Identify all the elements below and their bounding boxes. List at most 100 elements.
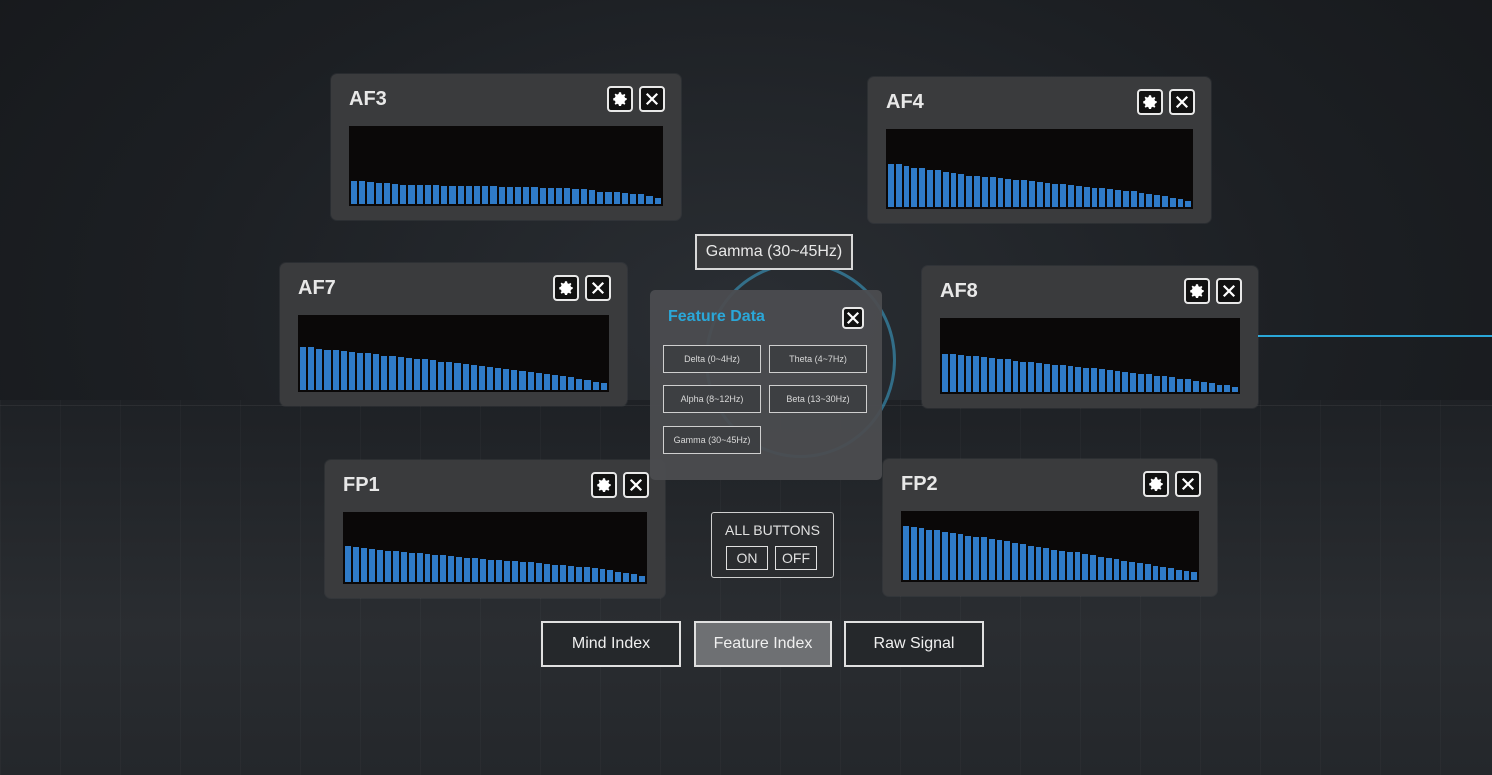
channel-title: AF8	[940, 280, 978, 302]
spectrum-bar	[1169, 197, 1176, 207]
close-button[interactable]	[639, 86, 665, 112]
spectrum-bar	[903, 166, 910, 207]
spectrum-bar	[567, 565, 574, 582]
spectrum-bar	[424, 554, 431, 582]
spectrum-bar	[623, 572, 630, 582]
spectrum-bar	[1130, 372, 1137, 392]
spectrum-bar	[1027, 545, 1034, 580]
band-button-gamma[interactable]: Gamma (30~45Hz)	[663, 426, 761, 454]
band-button-beta[interactable]: Beta (13~30Hz)	[769, 385, 867, 413]
spectrum-bar	[1067, 366, 1074, 392]
spectrum-bar	[973, 356, 980, 392]
settings-button[interactable]	[1184, 278, 1210, 304]
nav-raw-signal[interactable]: Raw Signal	[844, 621, 984, 667]
spectrum-bar	[903, 526, 909, 580]
spectrum-bar	[360, 548, 367, 582]
close-icon	[1222, 284, 1236, 298]
spectrum-bar	[910, 526, 917, 580]
spectrum-bar	[584, 380, 591, 390]
channel-title: AF3	[349, 88, 387, 110]
spectrum-bar	[472, 558, 479, 582]
all-buttons-on[interactable]: ON	[726, 546, 768, 570]
spectrum-screen	[298, 315, 609, 392]
spectrum-bar	[605, 192, 612, 204]
spectrum-bar	[560, 375, 567, 390]
spectrum-bar	[1146, 193, 1153, 207]
spectrum-bar	[564, 188, 571, 204]
close-button[interactable]	[585, 275, 611, 301]
close-icon	[846, 311, 860, 325]
spectrum-bar	[480, 558, 487, 582]
settings-button[interactable]	[1143, 471, 1169, 497]
spectrum-bar	[441, 186, 448, 204]
spectrum-bar	[1161, 376, 1168, 392]
spectrum-bar	[449, 186, 456, 204]
spectrum-bar	[1121, 560, 1128, 580]
spectrum-bar	[1097, 556, 1104, 580]
band-button-theta[interactable]: Theta (4~7Hz)	[769, 345, 867, 373]
spectrum-bar	[1193, 380, 1199, 392]
spectrum-bar	[934, 530, 940, 580]
spectrum-bar	[1043, 363, 1050, 392]
spectrum-bar	[965, 355, 972, 392]
band-button-delta[interactable]: Delta (0~4Hz)	[663, 345, 761, 373]
settings-button[interactable]	[607, 86, 633, 112]
gear-icon	[1190, 284, 1204, 299]
spectrum-bar	[316, 348, 323, 390]
spectrum-bar	[934, 170, 941, 207]
spectrum-bar	[1129, 562, 1135, 580]
spectrum-bar	[300, 346, 307, 390]
spectrum-bar	[1177, 378, 1184, 392]
settings-button[interactable]	[553, 275, 579, 301]
spectrum-bar	[911, 168, 918, 207]
spectrum-bar	[1177, 199, 1184, 207]
spectrum-bar	[535, 563, 542, 582]
spectrum-bar	[551, 564, 558, 582]
close-icon	[1181, 477, 1195, 491]
settings-button[interactable]	[1137, 89, 1163, 115]
spectrum-bar	[1122, 372, 1129, 392]
spectrum-bar	[1138, 192, 1145, 207]
spectrum-bar	[974, 175, 980, 207]
spectrum-bar	[365, 353, 372, 390]
channel-panel-fp1: FP1	[325, 460, 665, 598]
feature-panel-close-button[interactable]	[842, 307, 864, 329]
spectrum-bar	[348, 351, 355, 390]
close-button[interactable]	[1216, 278, 1242, 304]
close-button[interactable]	[1175, 471, 1201, 497]
spectrum-bar	[440, 555, 447, 582]
spectrum-bar	[1107, 189, 1114, 207]
spectrum-bar	[1113, 559, 1120, 580]
settings-button[interactable]	[591, 472, 617, 498]
close-button[interactable]	[623, 472, 649, 498]
nav-mind-index[interactable]: Mind Index	[541, 621, 681, 667]
band-button-alpha[interactable]: Alpha (8~12Hz)	[663, 385, 761, 413]
spectrum-bar	[1012, 360, 1019, 392]
spectrum-bar	[340, 351, 347, 390]
spectrum-bar	[1090, 555, 1096, 580]
spectrum-bar	[1168, 568, 1174, 580]
spectrum-bar	[345, 545, 351, 582]
channel-panel-af3: AF3	[331, 74, 681, 220]
nav-feature-index[interactable]: Feature Index	[694, 621, 832, 667]
spectrum-screen	[886, 129, 1193, 209]
spectrum-bar	[1083, 186, 1090, 207]
spectrum-bar	[454, 363, 461, 390]
spectrum-bar	[1044, 182, 1051, 207]
spectrum-bar	[588, 189, 596, 204]
spectrum-bar	[957, 355, 964, 392]
spectrum-bar	[949, 533, 956, 580]
spectrum-bar	[523, 186, 530, 204]
spectrum-bar	[1005, 178, 1012, 207]
close-button[interactable]	[1169, 89, 1195, 115]
spectrum-bar	[1059, 365, 1066, 392]
spectrum-bar	[1115, 189, 1121, 207]
spectrum-bar	[400, 551, 407, 582]
all-buttons-off[interactable]: OFF	[775, 546, 817, 570]
spectrum-bar	[1058, 551, 1065, 580]
spectrum-bar	[1144, 564, 1151, 580]
spectrum-bar	[1004, 359, 1011, 392]
spectrum-bar	[989, 357, 995, 392]
spectrum-bar	[482, 186, 489, 204]
spectrum-bar	[1160, 566, 1167, 580]
